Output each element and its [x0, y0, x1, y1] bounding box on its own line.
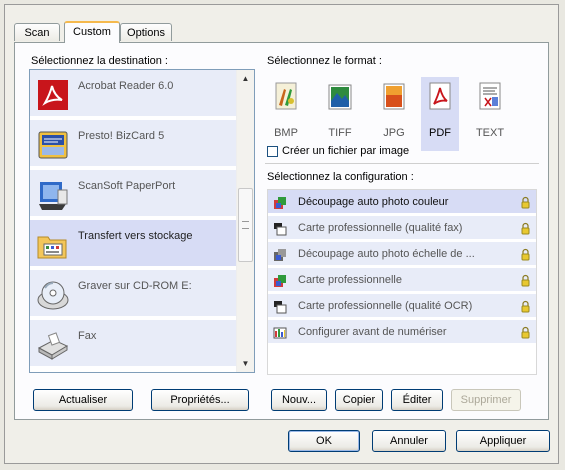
- lock-icon: [521, 222, 530, 235]
- format-label: TEXT: [475, 127, 505, 139]
- section-divider: [265, 163, 539, 164]
- config-label: Carte professionnelle (qualité fax): [298, 222, 463, 234]
- lock-icon: [521, 300, 530, 313]
- edit-button[interactable]: Éditer: [391, 389, 443, 411]
- config-label: Configurer avant de numériser: [298, 326, 447, 338]
- config-label: Découpage auto photo couleur: [298, 196, 449, 208]
- color-photo-icon: [274, 197, 286, 209]
- bw-card-icon: [274, 301, 287, 314]
- config-item[interactable]: Carte professionnelle (qualité fax): [268, 216, 536, 241]
- config-label: Découpage auto photo échelle de ...: [298, 248, 475, 260]
- configuration-list[interactable]: Découpage auto photo couleur Carte profe…: [267, 189, 537, 375]
- format-bmp[interactable]: BMP: [267, 77, 305, 151]
- fax-icon: [37, 332, 69, 360]
- lock-icon: [521, 326, 530, 339]
- format-tiff[interactable]: TIFF: [321, 77, 359, 151]
- copy-button[interactable]: Copier: [335, 389, 383, 411]
- tab-options[interactable]: Options: [120, 23, 172, 41]
- ok-button[interactable]: OK: [288, 430, 360, 452]
- cancel-button[interactable]: Annuler: [372, 430, 446, 452]
- refresh-button[interactable]: Actualiser: [33, 389, 133, 411]
- scroll-down-icon[interactable]: ▼: [237, 355, 254, 372]
- storage-folder-icon: [37, 236, 67, 259]
- format-label: JPG: [383, 127, 405, 139]
- checkbox-box[interactable]: [267, 145, 278, 157]
- pdf-icon: [429, 82, 451, 110]
- destination-label: Acrobat Reader 6.0: [78, 80, 174, 92]
- destination-item-bizcard[interactable]: Presto! BizCard 5: [30, 120, 238, 168]
- destination-heading: Sélectionnez la destination :: [31, 55, 168, 67]
- apply-button[interactable]: Appliquer: [456, 430, 550, 452]
- bw-card-icon: [274, 223, 287, 236]
- format-label: TIFF: [328, 127, 352, 139]
- delete-button[interactable]: Supprimer: [451, 389, 521, 411]
- color-card-icon: [274, 275, 286, 287]
- destination-item-storage[interactable]: Transfert vers stockage: [30, 220, 238, 268]
- destination-label: Presto! BizCard 5: [78, 130, 165, 142]
- scroll-up-icon[interactable]: ▲: [237, 70, 254, 87]
- properties-button[interactable]: Propriétés...: [151, 389, 249, 411]
- scroll-thumb[interactable]: [238, 188, 253, 262]
- config-item[interactable]: Découpage auto photo échelle de ...: [268, 242, 536, 267]
- cd-burn-icon: [37, 281, 69, 310]
- bizcard-icon: [38, 131, 68, 159]
- destination-scrollbar[interactable]: ▲ ▼: [236, 70, 254, 372]
- format-text[interactable]: TEXT: [471, 77, 509, 151]
- new-configuration-button[interactable]: Nouv...: [271, 389, 327, 411]
- config-label: Carte professionnelle (qualité OCR): [298, 300, 473, 312]
- custom-tab-panel: Sélectionnez la destination : Acrobat Re…: [14, 42, 549, 420]
- tiff-icon: [328, 84, 352, 110]
- one-file-per-image-checkbox[interactable]: Créer un fichier par image: [267, 145, 409, 157]
- format-pdf[interactable]: PDF: [421, 77, 459, 151]
- destination-label: Fax: [78, 330, 97, 342]
- paperport-icon: [39, 182, 68, 210]
- destination-label: Graver sur CD-ROM E:: [78, 280, 192, 292]
- destination-item-fax[interactable]: Fax: [30, 320, 238, 368]
- lock-icon: [521, 196, 530, 209]
- tab-scan[interactable]: Scan: [14, 23, 60, 41]
- format-heading: Sélectionnez le format :: [267, 55, 382, 67]
- gray-photo-icon: [274, 249, 286, 261]
- bmp-icon: [275, 82, 297, 110]
- destination-item-acrobat[interactable]: Acrobat Reader 6.0: [30, 70, 238, 118]
- destination-item-paperport[interactable]: ScanSoft PaperPort: [30, 170, 238, 218]
- destination-label: Transfert vers stockage: [78, 230, 193, 242]
- checkbox-label: Créer un fichier par image: [282, 145, 410, 157]
- tab-custom[interactable]: Custom: [64, 21, 120, 43]
- destination-label: ScanSoft PaperPort: [78, 180, 176, 192]
- jpg-icon: [383, 83, 405, 110]
- destination-item-cd[interactable]: Graver sur CD-ROM E:: [30, 270, 238, 318]
- configuration-heading: Sélectionnez la configuration :: [267, 171, 414, 183]
- config-item[interactable]: Découpage auto photo couleur: [268, 190, 536, 215]
- lock-icon: [521, 248, 530, 261]
- config-item[interactable]: Configurer avant de numériser: [268, 320, 536, 345]
- config-label: Carte professionnelle: [298, 274, 402, 286]
- acrobat-icon: [38, 80, 68, 110]
- lock-icon: [521, 274, 530, 287]
- config-item[interactable]: Carte professionnelle (qualité OCR): [268, 294, 536, 319]
- configure-icon: [273, 327, 287, 339]
- text-icon: [479, 82, 501, 110]
- format-label: BMP: [274, 127, 298, 139]
- config-item[interactable]: Carte professionnelle: [268, 268, 536, 293]
- format-label: PDF: [429, 127, 451, 139]
- destination-list[interactable]: Acrobat Reader 6.0 Presto! BizCard 5 Sca…: [29, 69, 255, 373]
- format-jpg[interactable]: JPG: [375, 77, 413, 151]
